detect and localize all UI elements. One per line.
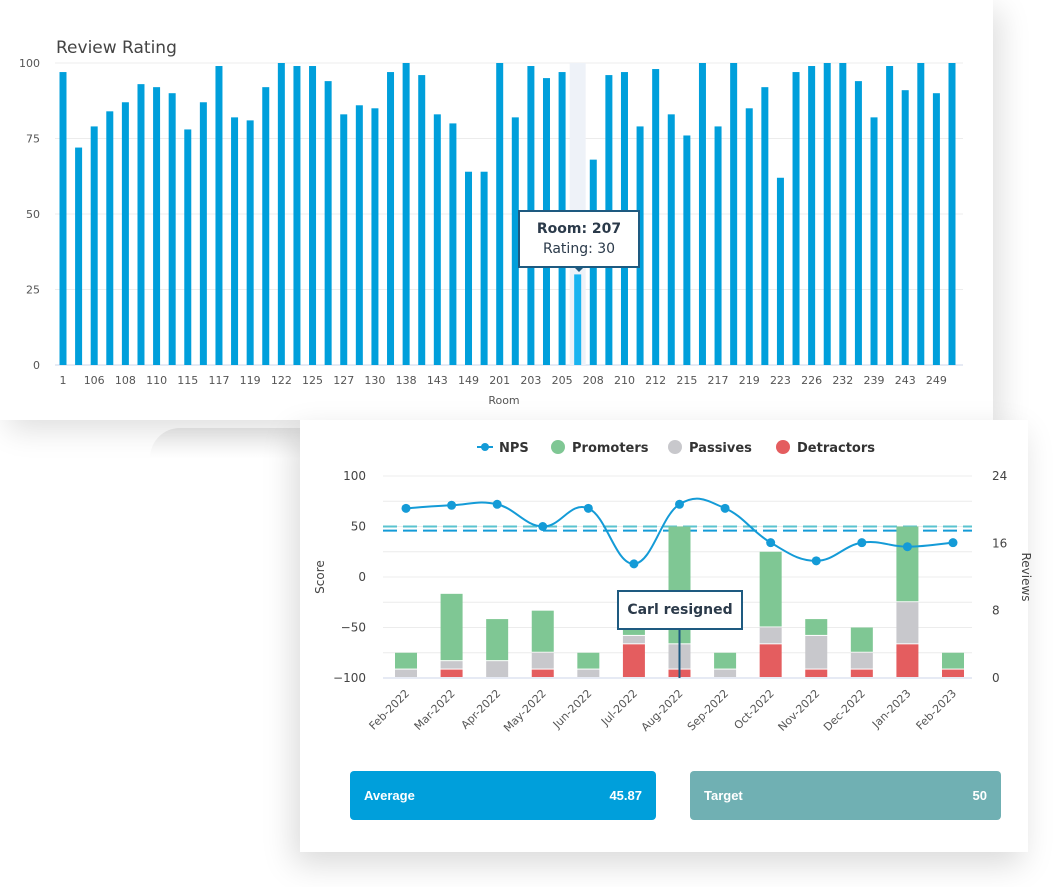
- target-value: 50: [972, 788, 987, 803]
- passives-segment: [486, 661, 509, 677]
- nps-point: [492, 499, 502, 509]
- detractors-segment: [942, 669, 964, 677]
- promoters-segment: [577, 652, 600, 669]
- legend-promoters-icon: [551, 440, 565, 454]
- passives-segment: [714, 669, 737, 677]
- passives-segment: [850, 652, 873, 669]
- legend-detractors-icon: [776, 440, 790, 454]
- x-tick-label: Apr-2022: [459, 687, 504, 732]
- annotation-label: Carl resigned: [617, 590, 743, 630]
- promoters-segment: [850, 627, 873, 652]
- y2-tick-label: 0: [992, 671, 1000, 685]
- nps-point: [538, 522, 548, 531]
- tooltip-caret: [573, 266, 585, 272]
- promoters-segment: [942, 652, 964, 669]
- detractors-segment: [622, 644, 645, 677]
- passives-segment: [440, 661, 463, 669]
- promoters-segment: [531, 610, 554, 652]
- y2-axis-title: Reviews: [1019, 552, 1033, 601]
- promoters-segment: [759, 551, 782, 627]
- x-tick-label: Mar-2022: [412, 687, 458, 733]
- promoters-segment: [714, 652, 737, 669]
- nps-point: [583, 503, 593, 513]
- y2-tick-label: 16: [992, 536, 1007, 550]
- y-tick-label: 0: [358, 570, 366, 584]
- passives-segment: [395, 669, 417, 677]
- x-tick-label: Oct-2022: [732, 687, 777, 732]
- passives-segment: [896, 602, 919, 644]
- target-stat-box: Target 50: [690, 771, 1001, 820]
- y-tick-label: −50: [341, 621, 366, 635]
- promoters-segment: [805, 619, 828, 635]
- legend-passives-icon: [668, 440, 682, 454]
- nps-point: [902, 542, 912, 552]
- nps-point: [857, 538, 867, 548]
- promoters-segment: [486, 619, 509, 661]
- average-label: Average: [364, 788, 415, 803]
- nps-point: [629, 559, 639, 569]
- y-tick-label: 50: [351, 520, 366, 534]
- legend-item-detractors: Detractors: [797, 441, 875, 456]
- nps-point: [948, 538, 958, 548]
- passives-segment: [805, 635, 828, 669]
- x-tick-label: Dec-2022: [821, 687, 868, 734]
- average-value: 45.87: [609, 788, 642, 803]
- x-tick-label: Nov-2022: [776, 687, 823, 734]
- legend-item-passives: Passives: [689, 441, 752, 456]
- promoters-segment: [440, 593, 463, 661]
- promoters-segment: [395, 652, 417, 669]
- chart-tooltip: Room: 207 Rating: 30: [518, 210, 640, 268]
- x-tick-label: Aug-2022: [639, 687, 686, 734]
- nps-point: [675, 499, 684, 509]
- detractors-segment: [759, 644, 782, 677]
- detractors-segment: [850, 669, 873, 677]
- detractors-segment: [896, 644, 919, 677]
- detractors-segment: [531, 669, 554, 677]
- target-label: Target: [704, 788, 743, 803]
- average-stat-box: Average 45.87: [350, 771, 656, 820]
- x-tick-label: Feb-2022: [367, 687, 413, 733]
- nps-point: [401, 503, 411, 513]
- x-tick-label: Sep-2022: [685, 687, 731, 733]
- y-axis-title: Score: [313, 560, 327, 594]
- nps-point: [766, 538, 776, 548]
- y-tick-label: −100: [333, 671, 366, 685]
- nps-point: [720, 503, 730, 513]
- nps-point: [811, 556, 821, 566]
- detractors-segment: [440, 669, 463, 677]
- y2-tick-label: 8: [992, 604, 1000, 618]
- legend-item-nps: NPS: [499, 441, 529, 456]
- x-tick-label: Jun-2022: [550, 687, 595, 732]
- passives-segment: [622, 635, 645, 644]
- y-tick-label: 100: [343, 469, 366, 483]
- legend-item-promoters: Promoters: [572, 441, 649, 456]
- x-tick-label: Jan-2023: [869, 687, 913, 731]
- promoters-segment: [896, 526, 919, 602]
- tooltip-rating: Rating: 30: [542, 241, 616, 257]
- x-tick-label: May-2022: [501, 687, 549, 735]
- nps-point: [447, 500, 457, 510]
- nps-chart: −100−50050100081624Score ReviewsFeb-2022 M…: [313, 440, 1033, 735]
- detractors-segment: [805, 669, 828, 677]
- legend-nps-marker-icon: [481, 443, 489, 451]
- x-tick-label: Jul-2022: [598, 687, 640, 729]
- passives-segment: [531, 652, 554, 669]
- x-tick-label: Feb-2023: [914, 687, 960, 733]
- passives-segment: [759, 627, 782, 644]
- tooltip-room: Room: 207: [536, 221, 622, 237]
- y2-tick-label: 24: [992, 469, 1007, 483]
- passives-segment: [577, 669, 600, 677]
